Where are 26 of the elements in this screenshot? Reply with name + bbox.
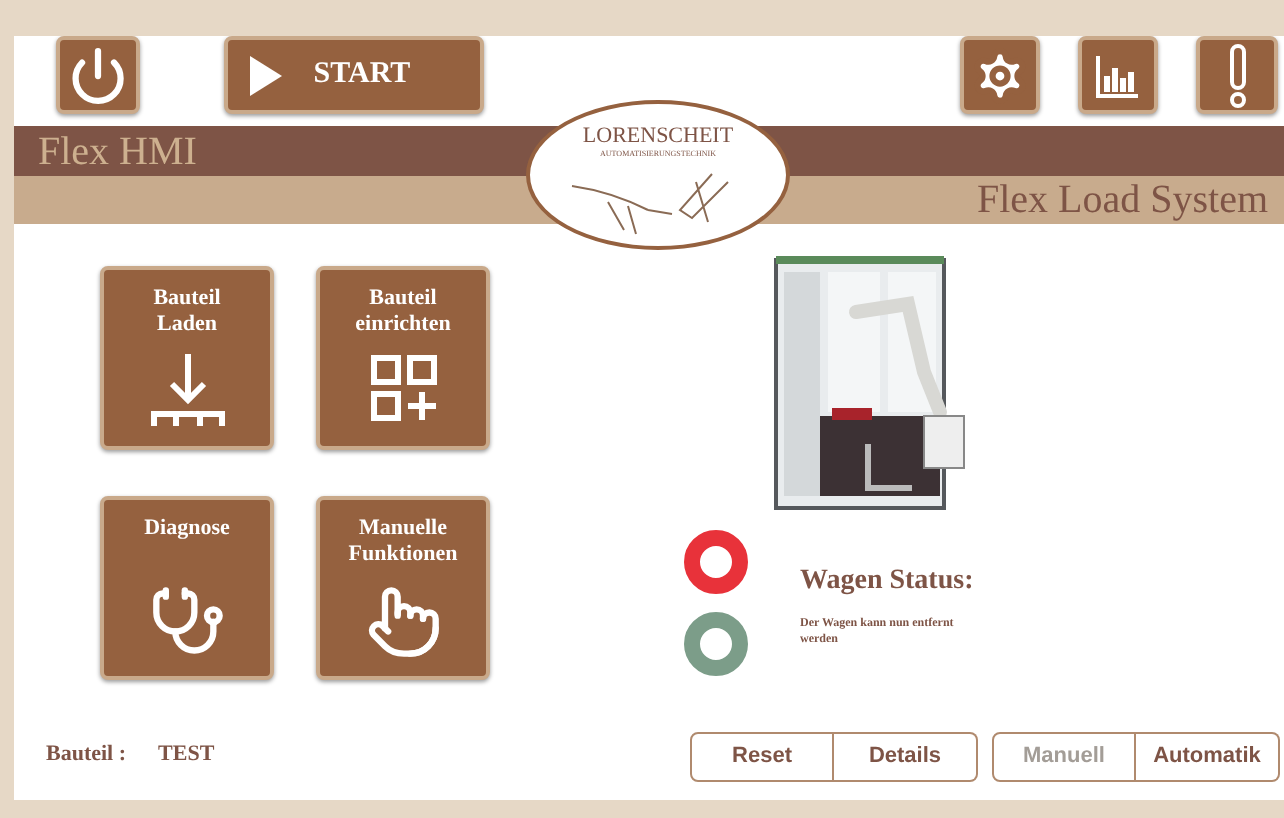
pointing-hand-icon	[365, 584, 441, 660]
menu-tile[interactable]: Bauteil Laden	[100, 266, 274, 450]
status-title: Wagen Status:	[800, 568, 974, 596]
mode-button[interactable]: Automatik	[1136, 732, 1280, 782]
alert-button[interactable]	[1196, 36, 1278, 114]
menu-tile[interactable]: Diagnose	[100, 496, 274, 680]
part-label: Bauteil :	[46, 739, 127, 769]
menu-tile[interactable]: Manuelle Funktionen	[316, 496, 490, 680]
mode-button[interactable]: Reset	[690, 732, 834, 782]
logo-name: LORENSCHEIT	[582, 126, 734, 148]
bar-chart-icon	[1094, 51, 1142, 99]
download-tray-icon	[147, 354, 227, 430]
chart-button[interactable]	[1078, 36, 1158, 114]
exclamation-icon	[1225, 43, 1249, 107]
power-button[interactable]	[56, 36, 140, 114]
settings-button[interactable]	[960, 36, 1040, 114]
app-title: Flex HMI	[38, 131, 197, 171]
start-button[interactable]: START	[224, 36, 484, 114]
system-title: Flex Load System	[976, 180, 1268, 220]
mode-button[interactable]: Details	[834, 732, 978, 782]
menu-tile[interactable]: Bauteil einrichten	[316, 266, 490, 450]
stethoscope-icon	[149, 584, 225, 660]
part-value: TEST	[158, 739, 215, 769]
add-grid-icon	[369, 354, 437, 422]
play-icon	[249, 55, 282, 95]
power-icon	[68, 45, 128, 105]
